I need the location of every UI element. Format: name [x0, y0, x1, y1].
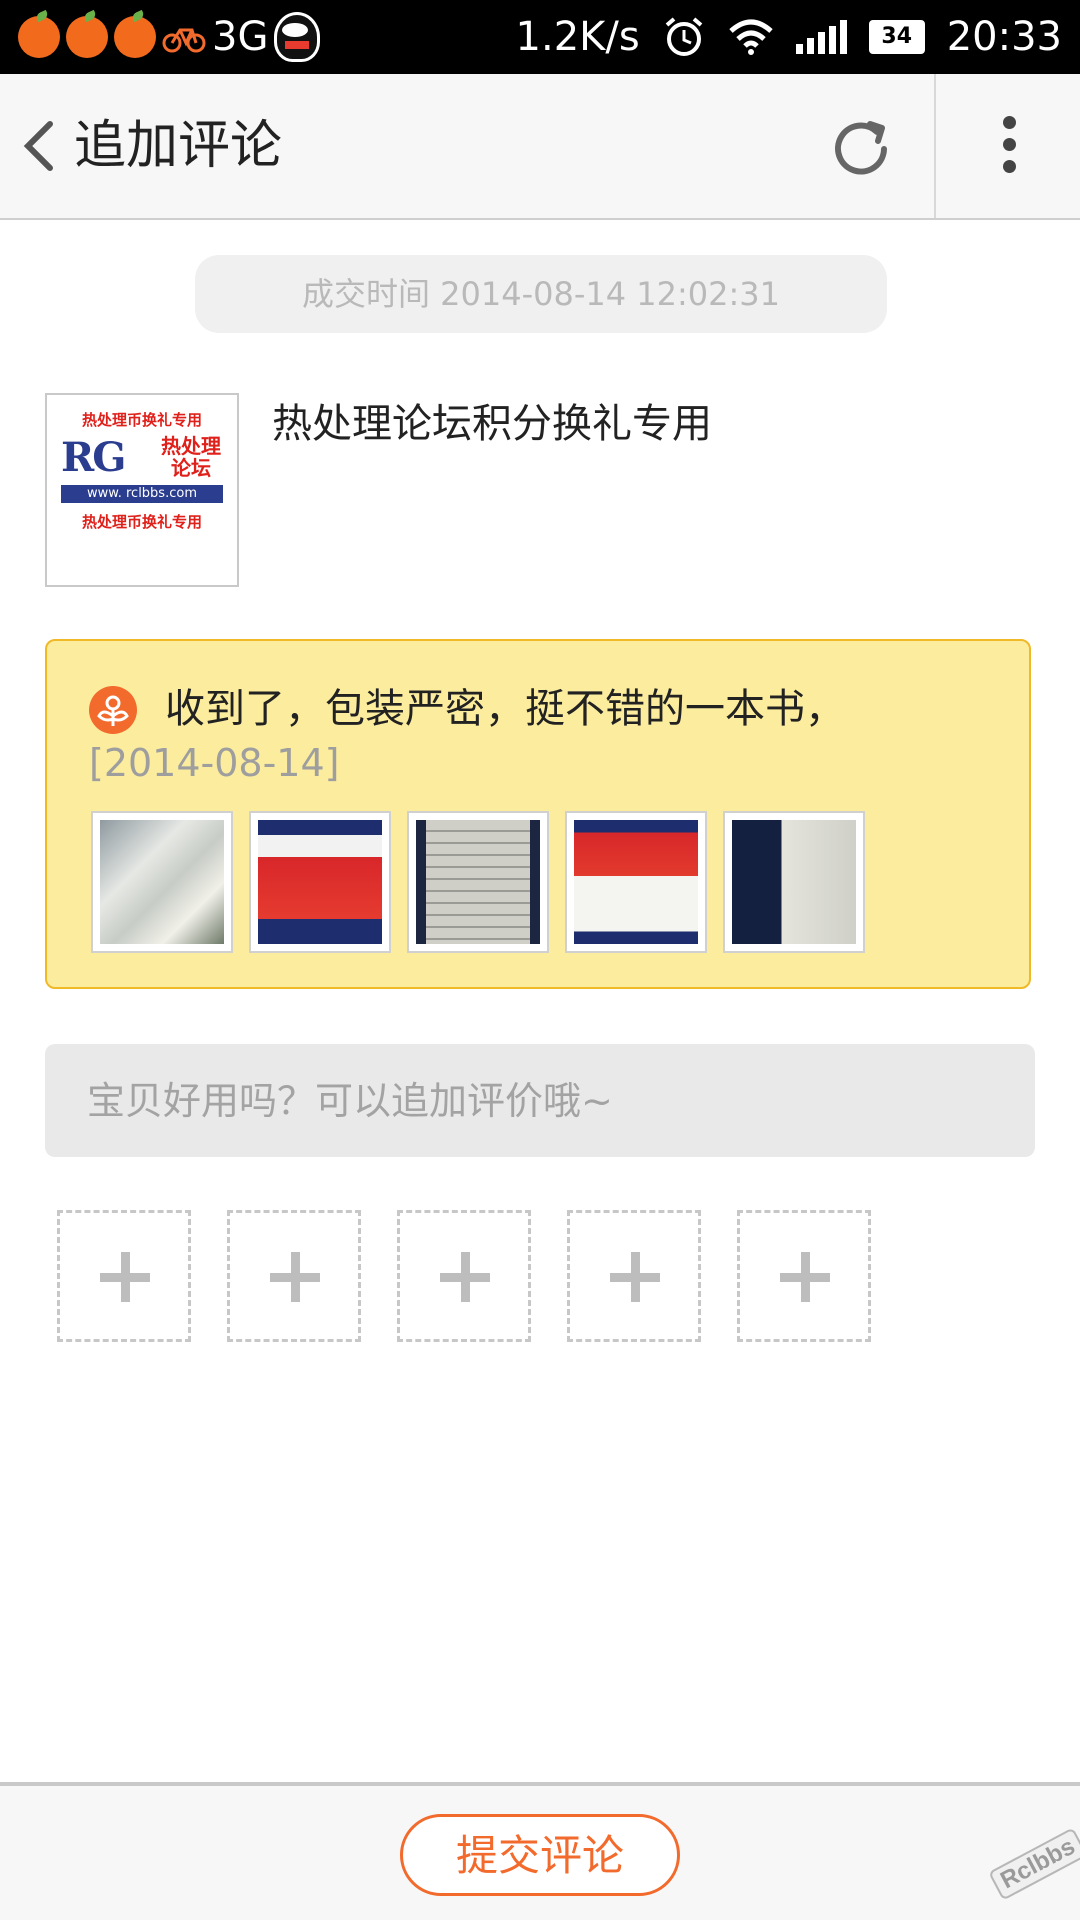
review-text: 收到了，包装严密，挺不错的一本书，	[165, 686, 845, 732]
add-photo-button[interactable]	[57, 1210, 191, 1342]
add-photo-slots	[57, 1210, 871, 1342]
qq-icon	[274, 12, 321, 62]
more-menu-icon[interactable]	[990, 116, 1028, 176]
signal-icon	[795, 20, 847, 54]
header-divider	[934, 74, 936, 218]
refresh-icon[interactable]	[826, 114, 896, 184]
product-image-top-text: 热处理币换礼专用	[81, 411, 202, 429]
deal-time: 成交时间 2014-08-14 12:02:31	[195, 255, 887, 333]
product-logo: RG	[61, 433, 126, 481]
page-title: 追加评论	[74, 116, 283, 176]
add-photo-button[interactable]	[397, 1210, 531, 1342]
add-photo-button[interactable]	[737, 1210, 871, 1342]
wifi-icon	[729, 19, 773, 55]
product-image-content: 热处理币换礼专用 RG 热处理论坛 www. rclbbs.com 热处理币换礼…	[61, 409, 223, 571]
review-date: [2014-08-14]	[89, 741, 340, 785]
review-rating-icon	[89, 686, 137, 734]
previous-review: 收到了，包装严密，挺不错的一本书， [2014-08-14]	[45, 639, 1031, 989]
product-image[interactable]: 热处理币换礼专用 RG 热处理论坛 www. rclbbs.com 热处理币换礼…	[45, 393, 239, 587]
notification-icons: 3G	[18, 12, 321, 62]
system-icons: 1.2K/s 34 20:33	[516, 12, 1062, 62]
app-header: 追加评论	[0, 74, 1080, 220]
review-photo[interactable]	[723, 811, 865, 953]
product-logo-cn: 热处理论坛	[161, 434, 221, 480]
back-icon[interactable]	[16, 120, 66, 172]
app-notification-icon	[18, 16, 60, 58]
review-photos	[91, 811, 865, 953]
append-review-input[interactable]	[45, 1044, 1035, 1157]
app-notification-icon	[114, 16, 156, 58]
add-photo-button[interactable]	[567, 1210, 701, 1342]
product-name[interactable]: 热处理论坛积分换礼专用	[272, 398, 712, 450]
bicycle-icon	[162, 28, 206, 53]
review-photo[interactable]	[249, 811, 391, 953]
network-speed: 1.2K/s	[515, 14, 640, 60]
review-photo[interactable]	[91, 811, 233, 953]
bottom-bar: 提交评论	[0, 1782, 1080, 1920]
add-photo-button[interactable]	[227, 1210, 361, 1342]
review-photo[interactable]	[565, 811, 707, 953]
network-type: 3G	[212, 14, 269, 60]
clock: 20:33	[946, 14, 1062, 60]
review-photo[interactable]	[407, 811, 549, 953]
battery-icon: 34	[868, 20, 925, 54]
submit-review-button[interactable]: 提交评论	[400, 1814, 680, 1896]
status-bar: 3G 1.2K/s 34 20:33	[0, 0, 1080, 74]
product-image-bottom-text: 热处理币换礼专用	[81, 513, 202, 531]
product-image-url: www. rclbbs.com	[61, 485, 223, 503]
alarm-icon	[665, 17, 703, 56]
app-notification-icon	[66, 16, 108, 58]
